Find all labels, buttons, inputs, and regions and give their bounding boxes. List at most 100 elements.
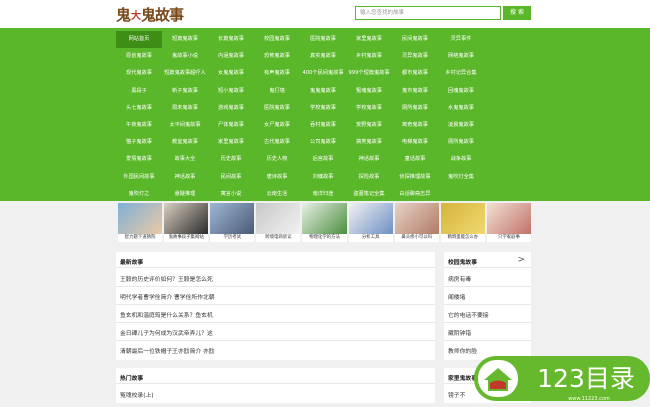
nav-item[interactable]: 荒野鬼故事 [346, 117, 392, 134]
thumbnail-item[interactable]: 鹌鹑蛋能怎么办 [440, 203, 485, 242]
nav-item[interactable]: 战争故事 [438, 151, 484, 168]
hot-item[interactable]: 冤魂校录(上) [120, 390, 154, 399]
thumbnail-item[interactable]: 智力题下道猜院 [118, 203, 163, 242]
nav-item[interactable]: 白话聊斋志异 [392, 186, 438, 203]
nav-item[interactable]: 吞村鬼故事 [300, 117, 346, 134]
nav-item[interactable]: 校园鬼故事 [254, 31, 300, 48]
campus-item[interactable]: 病房有毒 [448, 274, 471, 283]
nav-item[interactable]: 网站首页 [116, 31, 162, 49]
nav-item[interactable]: 999个短篇鬼故事 [346, 65, 392, 82]
nav-item[interactable]: 家里鬼故事 [346, 31, 392, 48]
nav-item[interactable]: 短篇鬼故事超吓人 [162, 65, 208, 82]
nav-item[interactable]: 后宫故事 [300, 151, 346, 168]
nav-item[interactable]: 长篇鬼故事 [208, 31, 254, 48]
nav-item[interactable]: 回魂鬼故事 [438, 83, 484, 100]
nav-item[interactable]: 鬼故事小说 [162, 48, 208, 65]
nav-item[interactable]: 恐怖鬼故事 [254, 48, 300, 65]
nav-item[interactable]: 离奇鬼故事 [392, 117, 438, 134]
nav-item[interactable]: 教室鬼故事 [162, 134, 208, 151]
nav-item[interactable]: 灵异鬼故事 [392, 48, 438, 65]
nav-item[interactable]: 唐诗故事 [254, 169, 300, 186]
nav-item[interactable]: 凌晨鬼故事 [438, 117, 484, 134]
latest-item[interactable]: 金日磾儿子为何成为汉武帝弄儿？这 [120, 328, 213, 337]
nav-item[interactable]: 侦探推理故事 [392, 169, 438, 186]
nav-item[interactable]: 女鬼鬼故事 [208, 65, 254, 82]
nav-item[interactable]: 鬼吹灯全集 [438, 169, 484, 186]
home-item[interactable]: 镜子不 [448, 390, 465, 399]
thumbnail-item[interactable]: 分析工具 [348, 203, 393, 242]
campus-item[interactable]: 教师你的脸 [448, 346, 477, 355]
latest-item[interactable]: 清朝最后一位铁帽子王亦劻简介 亦劻 [120, 346, 215, 355]
nav-item[interactable]: 黑段子 [116, 83, 162, 100]
nav-item[interactable]: 新子鬼故事 [162, 83, 208, 100]
nav-item[interactable]: 乡村记异合集 [438, 65, 484, 82]
nav-item[interactable]: 尸体鬼故事 [208, 117, 254, 134]
nav-item[interactable]: 学校鬼故事 [300, 100, 346, 117]
nav-item[interactable]: 午夜鬼故事 [116, 117, 162, 134]
nav-item[interactable]: 冤魂鬼故事 [346, 83, 392, 100]
nav-item[interactable]: 盗墓笔记全集 [346, 186, 392, 203]
nav-item[interactable]: 历史人物 [254, 151, 300, 168]
nav-item[interactable]: 真实鬼故事 [300, 48, 346, 65]
nav-item[interactable]: 鬼吹灯之 [116, 186, 162, 203]
nav-item[interactable]: 外国民间故事 [116, 169, 162, 186]
nav-item[interactable]: 神话故事 [346, 151, 392, 168]
thumbnail-item[interactable]: 物理化学的方法 [302, 203, 347, 242]
nav-item[interactable]: 医院鬼故事 [300, 31, 346, 48]
nav-item[interactable]: 历史故事 [208, 151, 254, 168]
search-input[interactable]: 输入您查找的故事 [355, 6, 501, 20]
nav-item[interactable]: 猫子鬼故事 [116, 134, 162, 151]
nav-item[interactable]: 公司鬼故事 [300, 134, 346, 151]
nav-item[interactable]: 童话故事 [392, 151, 438, 168]
nav-item[interactable]: 周末鬼故事 [162, 100, 208, 117]
nav-item[interactable]: 民间故事 [208, 169, 254, 186]
nav-item[interactable]: 有声鬼故事 [254, 65, 300, 82]
nav-item[interactable]: 故事大全 [162, 151, 208, 168]
nav-item[interactable]: 女尸鬼故事 [254, 117, 300, 134]
latest-item[interactable]: 王毅的历史评价如何？王毅是怎么死 [120, 274, 213, 283]
nav-item[interactable]: 鬼市鬼故事 [392, 83, 438, 100]
nav-item[interactable]: 乡村鬼故事 [346, 48, 392, 65]
nav-item[interactable]: 刘墉故事 [300, 169, 346, 186]
nav-item[interactable]: 厕所鬼故事 [438, 134, 484, 151]
campus-item[interactable]: 阁楼堵 [448, 292, 465, 301]
latest-item[interactable]: 明代学者曹学佺简介 曹学佺所作北朝 [120, 292, 215, 301]
nav-item[interactable]: 短小鬼故事 [208, 83, 254, 100]
nav-item[interactable]: 灵异事件 [438, 31, 484, 48]
nav-item[interactable]: 太平间鬼故事 [162, 117, 208, 134]
nav-item[interactable]: 鬼鬼鬼故事 [300, 83, 346, 100]
thumbnail-item[interactable]: 鼻头修小可以吗 [394, 203, 439, 242]
search-button[interactable]: 搜 索 [503, 6, 531, 20]
thumbnail-item[interactable]: 跨境电商诉讼 [256, 203, 301, 242]
nav-item[interactable]: 民间鬼故事 [392, 31, 438, 48]
nav-item[interactable]: 头七鬼故事 [116, 100, 162, 117]
thumbnail-item[interactable]: 鬼故事段子集网站 [164, 203, 209, 242]
nav-item[interactable]: 内涵鬼故事 [208, 48, 254, 65]
nav-item[interactable]: 都市鬼故事 [392, 65, 438, 82]
nav-item[interactable]: 南洋归途 [300, 186, 346, 203]
site-logo[interactable]: 鬼 大 鬼 故事 [116, 3, 184, 25]
nav-item[interactable]: 搞笑鬼故事 [346, 134, 392, 151]
latest-item[interactable]: 鱼玄机和温庭筠是什么关系？鱼玄机 [120, 310, 213, 319]
campus-item[interactable]: 藏阴钟错 [448, 328, 471, 337]
nav-item[interactable]: 云南生活 [254, 186, 300, 203]
nav-item[interactable]: 寓言小说 [208, 186, 254, 203]
thumbnail-item[interactable]: 学历考试 [210, 203, 255, 242]
nav-item[interactable]: 电梯鬼故事 [392, 134, 438, 151]
nav-item[interactable]: 医院鬼故事 [254, 100, 300, 117]
nav-item[interactable]: 学校鬼故事 [346, 100, 392, 117]
nav-item[interactable]: 神话故事 [162, 169, 208, 186]
nav-item[interactable]: 古代鬼故事 [254, 134, 300, 151]
thumbnail-item[interactable]: 只学家庭事 [486, 203, 531, 242]
nav-item[interactable]: 网络鬼故事 [438, 48, 484, 65]
campus-item[interactable]: 它的电话不要接 [448, 310, 489, 319]
nav-item[interactable]: 探险故事 [346, 169, 392, 186]
nav-item[interactable]: 鬼打墙 [254, 83, 300, 100]
nav-item[interactable]: 水鬼鬼故事 [438, 100, 484, 117]
nav-item[interactable]: 爱情鬼故事 [116, 151, 162, 168]
nav-item[interactable]: 原创鬼故事 [116, 48, 162, 65]
more-arrow-icon[interactable]: > [517, 255, 525, 265]
nav-item[interactable]: 短篇鬼故事 [162, 31, 208, 48]
nav-item[interactable]: 家里鬼故事 [208, 134, 254, 151]
nav-item[interactable]: 厕所鬼故事 [392, 100, 438, 117]
